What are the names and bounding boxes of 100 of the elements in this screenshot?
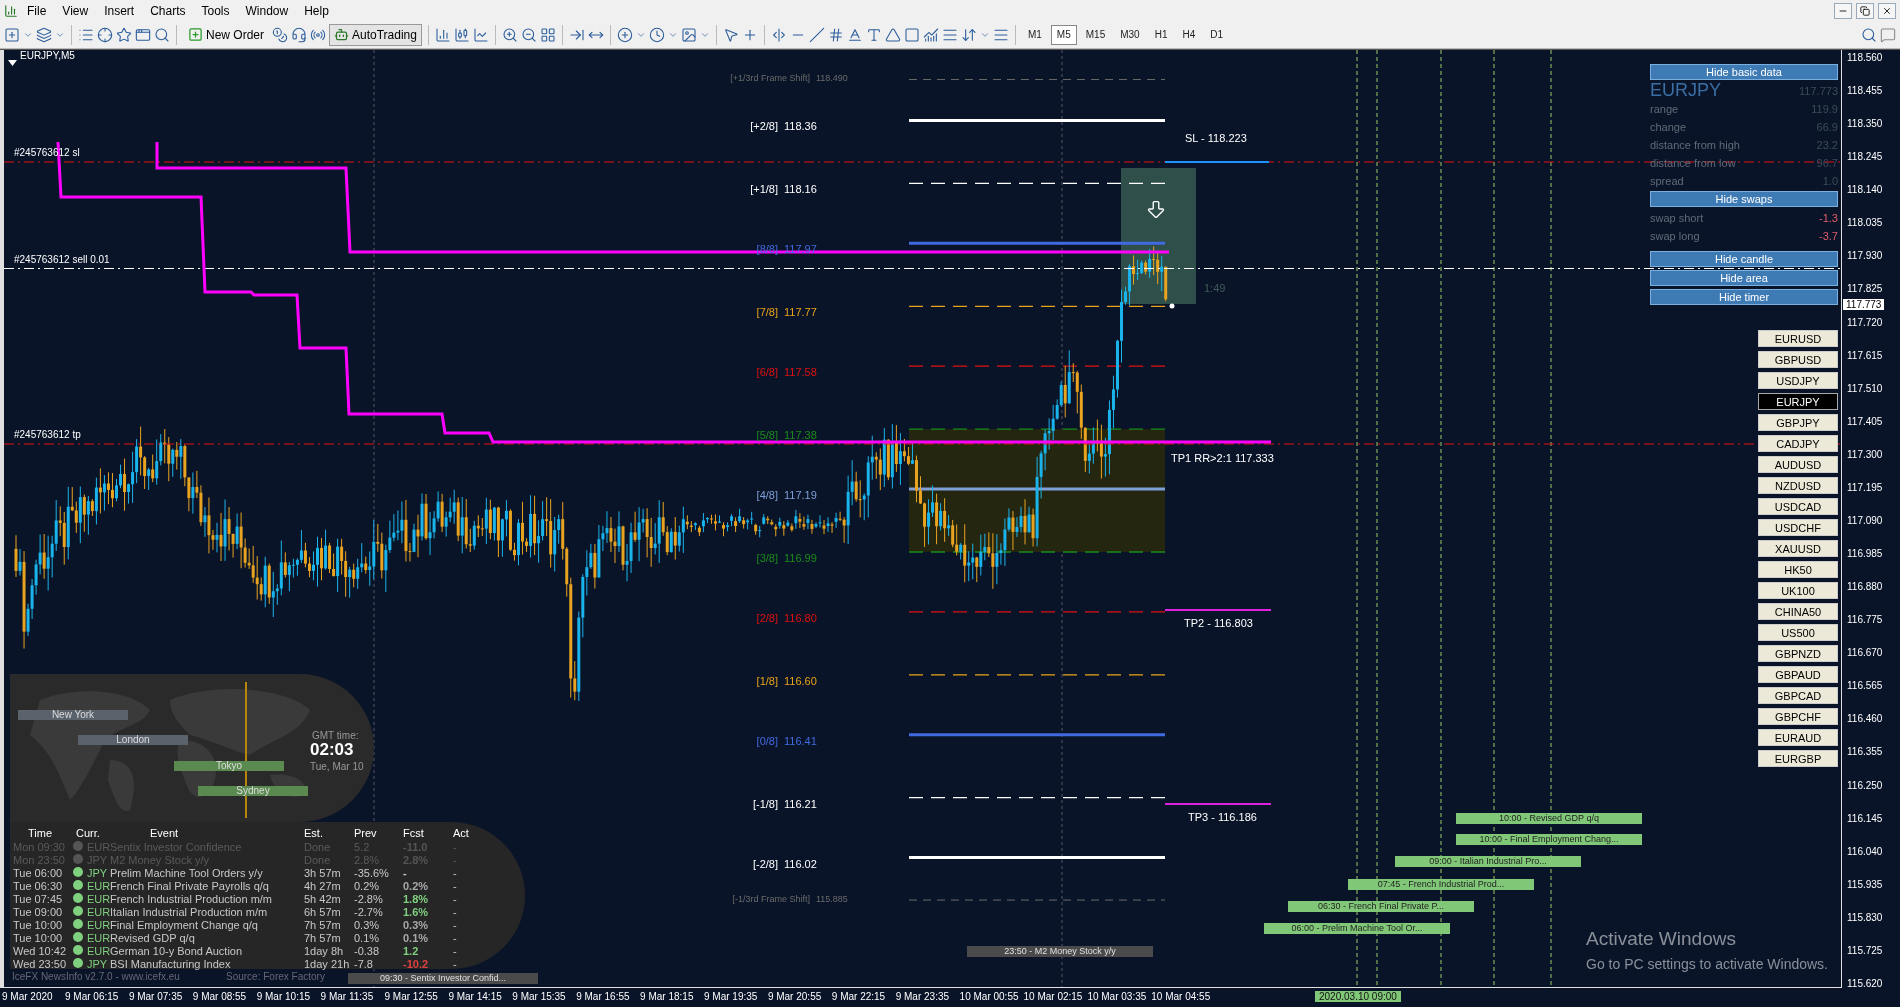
- info-label: change: [1650, 120, 1687, 133]
- auto-trading-button[interactable]: AutoTrading: [329, 23, 422, 46]
- menu-item[interactable]: Insert: [97, 1, 142, 20]
- target-label: TP3 - 116.186: [1188, 811, 1257, 823]
- price-label: 116.565: [1847, 680, 1883, 692]
- price-label: 117.825: [1847, 283, 1883, 295]
- symbol-button[interactable]: EURUSD: [1758, 330, 1838, 347]
- level-value: 116.21: [784, 797, 817, 810]
- news-forecast: 1.6%: [403, 905, 429, 918]
- news-actual: -: [453, 918, 457, 931]
- time-label: 9 Mar 2020: [2, 991, 53, 1002]
- price-label: 118.035: [1847, 217, 1883, 229]
- time-label: 10 Mar 00:55: [959, 991, 1019, 1002]
- symbol-button[interactable]: UK100: [1758, 582, 1838, 599]
- menu-item[interactable]: View: [55, 1, 96, 20]
- price-label: 118.560: [1847, 52, 1883, 63]
- price-label: 117.090: [1847, 514, 1883, 526]
- symbol-button[interactable]: GBPCHF: [1758, 708, 1838, 725]
- column-header: Prev: [354, 826, 377, 839]
- timeframe-button[interactable]: M5: [1050, 24, 1077, 45]
- new-order-button[interactable]: New Order: [183, 23, 269, 46]
- news-ticker: 09:30 - Sentix Investor Confid...: [348, 973, 538, 984]
- column-header: Time: [28, 826, 53, 839]
- price-label: 117.300: [1847, 448, 1883, 460]
- news-previous: -7.8: [354, 957, 373, 970]
- symbol-button[interactable]: GBPAUD: [1758, 666, 1838, 683]
- target-label: TP1 RR>2:1 117.333: [1171, 452, 1274, 464]
- price-label: 116.775: [1847, 614, 1883, 626]
- symbol-button[interactable]: EURJPY: [1758, 393, 1838, 410]
- symbol-button[interactable]: USDCAD: [1758, 498, 1838, 515]
- time-label: 9 Mar 11:35: [320, 991, 374, 1002]
- symbol-button[interactable]: EURAUD: [1758, 729, 1838, 746]
- menu-item[interactable]: Charts: [143, 1, 193, 20]
- panel-button[interactable]: Hide timer: [1650, 289, 1838, 305]
- timeframe-button[interactable]: D1: [1204, 24, 1230, 45]
- symbol-button[interactable]: EURGBP: [1758, 750, 1838, 767]
- symbol-button[interactable]: GBPNZD: [1758, 645, 1838, 662]
- news-time: Tue 10:00: [13, 918, 63, 931]
- symbol-name: EURJPY: [1650, 80, 1721, 101]
- news-forecast: 1.2: [403, 944, 419, 957]
- symbol-button[interactable]: GBPUSD: [1758, 351, 1838, 368]
- news-estimate: 1day 21h: [304, 957, 350, 970]
- timeframe-button[interactable]: M1: [1021, 24, 1048, 45]
- menu-item[interactable]: Help: [297, 1, 336, 20]
- menu-item[interactable]: File: [20, 1, 54, 20]
- panel-button[interactable]: Hide area: [1650, 270, 1838, 286]
- price-label: 118.455: [1847, 85, 1883, 97]
- column-header: Est.: [304, 826, 323, 839]
- hide-basic-data-button[interactable]: Hide basic data: [1650, 64, 1838, 80]
- news-currency: EUR: [87, 905, 111, 918]
- level-value: 117.19: [784, 488, 817, 501]
- order-label: #245763612 sell 0.01: [14, 254, 110, 265]
- gmt-label: GMT time:: [312, 730, 359, 741]
- panel-button[interactable]: Hide candle: [1650, 251, 1838, 267]
- hide-swaps-button[interactable]: Hide swaps: [1650, 191, 1838, 207]
- level-value: 117.38: [784, 429, 817, 442]
- menu-item[interactable]: Window: [238, 1, 296, 20]
- timeframe-button[interactable]: M15: [1079, 24, 1112, 45]
- symbol-button[interactable]: HK50: [1758, 561, 1838, 578]
- symbol-button[interactable]: GBPCAD: [1758, 687, 1838, 704]
- level-tag: [-1/8]: [752, 797, 778, 810]
- news-time: Wed 23:50: [13, 957, 66, 970]
- news-source: Source: Forex Factory: [226, 971, 325, 982]
- news-actual: -: [453, 840, 457, 853]
- time-label: 9 Mar 22:15: [831, 991, 886, 1002]
- level-tag: [-2/8]: [752, 857, 778, 870]
- menu-item[interactable]: Tools: [194, 1, 237, 20]
- level-tag: [7/8]: [756, 306, 778, 319]
- symbol-button[interactable]: AUDUSD: [1758, 456, 1838, 473]
- news-estimate: 6h 57m: [304, 905, 341, 918]
- timeframe-button[interactable]: H4: [1176, 24, 1202, 45]
- news-forecast: 0.2%: [403, 879, 429, 892]
- time-label: 9 Mar 23:35: [895, 991, 950, 1002]
- level-tag: [+1/3rd Frame Shift]: [730, 73, 810, 84]
- symbol-button[interactable]: NZDUSD: [1758, 477, 1838, 494]
- symbol-button[interactable]: US500: [1758, 624, 1838, 641]
- timeframe-button[interactable]: H1: [1148, 24, 1174, 45]
- timeframe-button[interactable]: M30: [1114, 24, 1146, 45]
- symbol-button[interactable]: GBPJPY: [1758, 414, 1838, 431]
- symbol-button[interactable]: CADJPY: [1758, 435, 1838, 452]
- level-value: 116.02: [784, 857, 817, 870]
- news-currency: JPY: [87, 957, 108, 970]
- price-label: 116.355: [1847, 746, 1883, 758]
- level-tag: [6/8]: [756, 366, 778, 379]
- price-label: 116.670: [1847, 647, 1883, 659]
- time-label: 10 Mar 02:15: [1023, 991, 1083, 1002]
- order-label: #245763612 tp: [14, 429, 81, 440]
- news-event: French Industrial Production m/m: [110, 892, 272, 905]
- symbol-button[interactable]: USDCHF: [1758, 519, 1838, 536]
- news-currency: EUR: [87, 879, 111, 892]
- symbol-button[interactable]: USDJPY: [1758, 372, 1838, 389]
- symbol-button[interactable]: CHINA50: [1758, 603, 1838, 620]
- news-actual: -: [453, 853, 457, 866]
- level-tag: [+1/8]: [750, 183, 778, 196]
- news-marker: 06:30 - French Final Private P...: [1288, 901, 1474, 912]
- news-time: Tue 10:00: [13, 931, 63, 944]
- time-label: 9 Mar 10:15: [256, 991, 311, 1002]
- symbol-button[interactable]: XAUUSD: [1758, 540, 1838, 557]
- news-forecast: 0.3%: [403, 918, 429, 931]
- level-value: 117.77: [784, 306, 817, 319]
